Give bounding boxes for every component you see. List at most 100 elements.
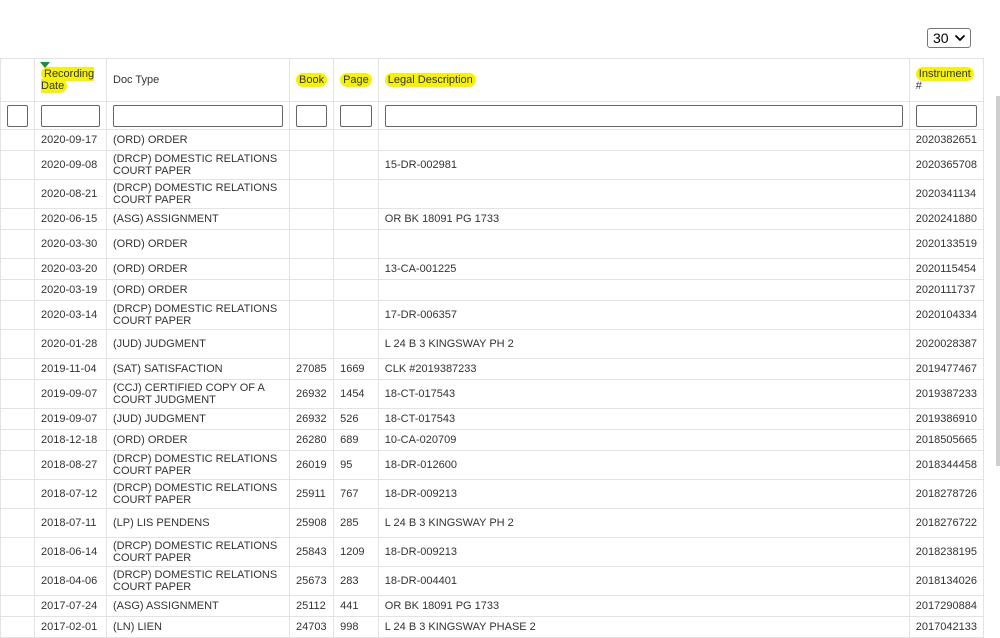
cell-book: 25911: [288, 479, 335, 509]
table-row[interactable]: 2018-07-11 (LP) LIS PENDENS 25908 285 L 24 B…: [0, 508, 984, 538]
cell-book: [288, 150, 335, 180]
cell-legal-description: 18-DR-009213: [377, 479, 910, 509]
cell-page: 441: [333, 595, 379, 617]
cell-doc-type: (CCJ) CERTIFIED COPY OF A COURT JUDGMENT: [106, 379, 290, 409]
cell-page: 998: [333, 616, 379, 638]
cell-blank: [0, 616, 35, 638]
table-row[interactable]: 2020-03-20 (ORD) ORDER 13-CA-001225 2020115…: [0, 258, 984, 280]
cell-book: [288, 279, 335, 301]
table-row[interactable]: 2019-11-04 (SAT) SATISFACTION 27085 1669 CLK…: [0, 358, 984, 380]
table-row[interactable]: 2020-03-30 (ORD) ORDER 2020133519: [0, 229, 984, 259]
cell-doc-type: (ORD) ORDER: [106, 279, 290, 301]
cell-legal-description: [377, 279, 910, 301]
cell-doc-type: (ORD) ORDER: [106, 129, 290, 151]
cell-doc-type: (DRCP) DOMESTIC RELATIONS COURT PAPER: [106, 566, 290, 596]
filter-legal-description-input[interactable]: [384, 104, 903, 127]
table-row[interactable]: 2018-06-14 (DRCP) DOMESTIC RELATIONS COUR…: [0, 537, 984, 567]
cell-book: [288, 258, 335, 280]
cell-blank: [0, 508, 35, 538]
filter-recording-date-input[interactable]: [41, 104, 100, 127]
cell-instrument: 2020365708: [908, 150, 984, 180]
cell-blank: [0, 537, 35, 567]
cell-legal-description: 10-CA-020709: [377, 429, 910, 451]
filter-cell-legal-description: [377, 101, 910, 130]
table-row[interactable]: 2020-08-21 (DRCP) DOMESTIC RELATIONS COUR…: [0, 179, 984, 209]
filter-doc-type-input[interactable]: [113, 104, 283, 127]
filter-page-input[interactable]: [340, 104, 372, 127]
cell-page: 283: [333, 566, 379, 596]
cell-doc-type: (DRCP) DOMESTIC RELATIONS COURT PAPER: [106, 179, 290, 209]
cell-blank: [0, 595, 35, 617]
cell-legal-description: 13-CA-001225: [377, 258, 910, 280]
cell-recording-date: 2018-07-12: [34, 479, 107, 509]
header-legal-description-label: Legal Description: [384, 73, 476, 87]
cell-instrument: 2018344458: [908, 450, 984, 480]
cell-page: 285: [333, 508, 379, 538]
cell-instrument: 2019387233: [908, 379, 984, 409]
header-book[interactable]: Book: [288, 58, 335, 102]
cell-book: [288, 329, 335, 359]
cell-recording-date: 2018-08-27: [34, 450, 107, 480]
filter-cell-recording-date: [34, 101, 107, 130]
cell-instrument: 2018134026: [908, 566, 984, 596]
cell-legal-description: L 24 B 3 KINGSWAY PH 2: [377, 508, 910, 538]
cell-legal-description: OR BK 18091 PG 1733: [377, 208, 910, 230]
cell-page: [333, 129, 379, 151]
table-row[interactable]: 2020-09-17 (ORD) ORDER 2020382651: [0, 129, 984, 151]
vertical-scrollbar[interactable]: [996, 96, 1000, 466]
cell-instrument: 2017042133: [908, 616, 984, 638]
table-row[interactable]: 2018-04-06 (DRCP) DOMESTIC RELATIONS COUR…: [0, 566, 984, 596]
filter-cell-doc-type: [106, 101, 290, 130]
cell-recording-date: 2018-12-18: [34, 429, 107, 451]
table-row[interactable]: 2017-02-01 (LN) LIEN 24703 998 L 24 B 3 KING…: [0, 616, 984, 638]
table-row[interactable]: 2019-09-07 (CCJ) CERTIFIED COPY OF A COUR…: [0, 379, 984, 409]
cell-legal-description: 18-CT-017543: [377, 408, 910, 430]
cell-blank: [0, 150, 35, 180]
table-row[interactable]: 2020-09-08 (DRCP) DOMESTIC RELATIONS COUR…: [0, 150, 984, 180]
table-row[interactable]: 2017-07-24 (ASG) ASSIGNMENT 25112 441 OR BK …: [0, 595, 984, 617]
cell-page: 767: [333, 479, 379, 509]
header-instrument-label-rest: #: [915, 80, 922, 92]
header-row: Recording Date Doc Type Book Page Legal …: [0, 58, 984, 102]
header-page[interactable]: Page: [333, 58, 379, 102]
table-row[interactable]: 2018-12-18 (ORD) ORDER 26280 689 10-CA-02070…: [0, 429, 984, 451]
cell-recording-date: 2019-09-07: [34, 379, 107, 409]
cell-doc-type: (ASG) ASSIGNMENT: [106, 208, 290, 230]
cell-blank: [0, 229, 35, 259]
table-row[interactable]: 2019-09-07 (JUD) JUDGMENT 26932 526 18-CT-01…: [0, 408, 984, 430]
cell-doc-type: (DRCP) DOMESTIC RELATIONS COURT PAPER: [106, 300, 290, 330]
cell-instrument: 2018276722: [908, 508, 984, 538]
cell-doc-type: (ORD) ORDER: [106, 229, 290, 259]
filter-cell-book: [288, 101, 335, 130]
header-instrument[interactable]: Instrument #: [908, 58, 984, 102]
header-legal-description[interactable]: Legal Description: [377, 58, 910, 102]
header-page-label: Page: [340, 73, 372, 87]
cell-legal-description: 15-DR-002981: [377, 150, 910, 180]
table-row[interactable]: 2020-03-19 (ORD) ORDER 2020111737: [0, 279, 984, 301]
filter-input-blank[interactable]: [7, 104, 28, 127]
sort-desc-icon: [40, 62, 50, 68]
cell-book: 27085: [288, 358, 335, 380]
chevron-down-icon: [955, 35, 965, 41]
cell-book: [288, 229, 335, 259]
table-row[interactable]: 2020-01-28 (JUD) JUDGMENT L 24 B 3 KINGSWA…: [0, 329, 984, 359]
filter-book-input[interactable]: [296, 104, 328, 127]
table-row[interactable]: 2018-07-12 (DRCP) DOMESTIC RELATIONS COUR…: [0, 479, 984, 509]
table-row[interactable]: 2018-08-27 (DRCP) DOMESTIC RELATIONS COUR…: [0, 450, 984, 480]
cell-page: 1209: [333, 537, 379, 567]
header-doc-type[interactable]: Doc Type: [106, 58, 290, 102]
cell-page: [333, 150, 379, 180]
cell-page: [333, 300, 379, 330]
table-row[interactable]: 2020-03-14 (DRCP) DOMESTIC RELATIONS COUR…: [0, 300, 984, 330]
table-row[interactable]: 2020-06-15 (ASG) ASSIGNMENT OR BK 18091 PG…: [0, 208, 984, 230]
page-size-select[interactable]: 30: [927, 28, 971, 48]
cell-legal-description: L 24 B 3 KINGSWAY PH 2: [377, 329, 910, 359]
cell-legal-description: [377, 229, 910, 259]
cell-legal-description: L 24 B 3 KINGSWAY PHASE 2: [377, 616, 910, 638]
cell-book: 25112: [288, 595, 335, 617]
records-table: Recording Date Doc Type Book Page Legal …: [0, 58, 984, 638]
cell-book: 25908: [288, 508, 335, 538]
filter-instrument-input[interactable]: [915, 104, 977, 127]
cell-recording-date: 2017-07-24: [34, 595, 107, 617]
cell-book: [288, 129, 335, 151]
